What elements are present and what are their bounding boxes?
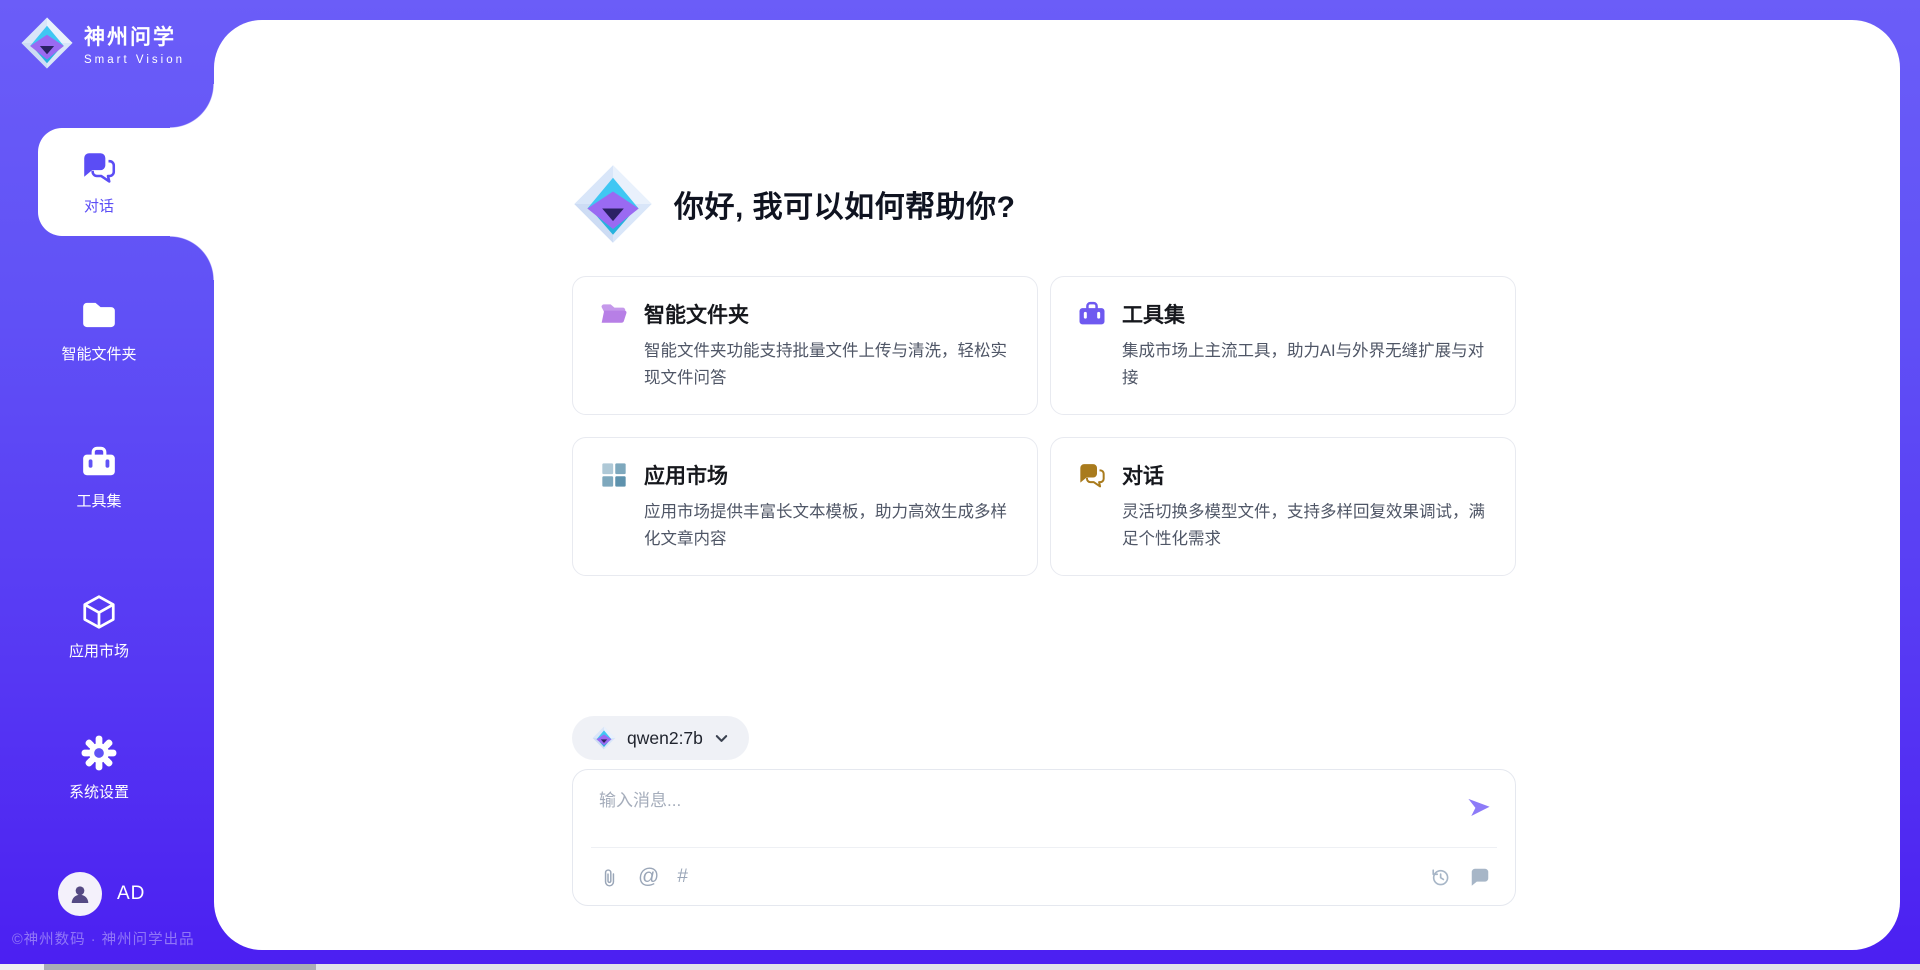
chevron-down-icon (714, 731, 729, 746)
sidebar-item-chat-content: 对话 (38, 128, 160, 236)
quick-reply-button[interactable] (1469, 866, 1491, 888)
scrollbar-gutter (0, 964, 44, 970)
history-icon (1429, 866, 1451, 888)
folder-icon (80, 296, 118, 334)
sidebar-item-smart-folders[interactable]: 智能文件夹 (38, 280, 160, 380)
composer-right-tools (1429, 866, 1491, 888)
tab-curve-bottom (170, 236, 215, 280)
copyright-text: ©神州数码 · 神州问学出品 (12, 928, 195, 949)
card-description: 灵活切换多模型文件，支持多样回复效果调试，满足个性化需求 (1122, 499, 1489, 553)
toolbox-icon (1077, 299, 1107, 329)
at-icon: @ (638, 865, 659, 889)
card-header: 对话 (1077, 460, 1489, 490)
comment-icon (1469, 866, 1491, 888)
card-description: 应用市场提供丰富长文本模板，助力高效生成多样化文章内容 (644, 499, 1011, 553)
card-header: 智能文件夹 (599, 299, 1011, 329)
scrollbar-thumb[interactable] (44, 964, 316, 970)
sidebar-item-app-market[interactable]: 应用市场 (38, 577, 160, 677)
sidebar-item-label: 系统设置 (69, 781, 129, 802)
sidebar-item-label: 工具集 (76, 490, 121, 511)
model-selector[interactable]: qwen2:7b (572, 716, 749, 760)
hash-icon: # (677, 866, 688, 888)
attach-button[interactable] (599, 867, 620, 888)
sidebar-item-chat[interactable]: 对话 (38, 128, 216, 236)
sidebar-item-label: 对话 (84, 195, 114, 216)
user-badge[interactable]: AD (58, 872, 145, 916)
message-input[interactable] (599, 786, 1399, 842)
greeting-title: 你好, 我可以如何帮助你? (674, 182, 1016, 226)
topic-button[interactable]: # (677, 866, 688, 888)
send-icon (1465, 794, 1492, 821)
mention-button[interactable]: @ (638, 865, 659, 889)
card-title: 工具集 (1122, 299, 1185, 329)
avatar (58, 872, 102, 916)
person-icon (67, 881, 93, 907)
brand-gem-icon (20, 16, 74, 70)
card-header: 工具集 (1077, 299, 1489, 329)
model-gem-icon (592, 726, 616, 750)
sidebar-item-settings[interactable]: 系统设置 (38, 718, 160, 818)
paperclip-icon (599, 867, 620, 888)
toolbox-icon (80, 443, 118, 481)
card-toolset[interactable]: 工具集 集成市场上主流工具，助力AI与外界无缝扩展与对接 (1050, 276, 1516, 415)
horizontal-scrollbar[interactable] (0, 964, 1920, 970)
brand: 神州问学 Smart Vision (20, 16, 185, 70)
card-app-market[interactable]: 应用市场 应用市场提供丰富长文本模板，助力高效生成多样化文章内容 (572, 437, 1038, 576)
history-button[interactable] (1429, 866, 1451, 888)
tab-curve-top (170, 84, 215, 128)
card-header: 应用市场 (599, 460, 1011, 490)
greeting: 你好, 我可以如何帮助你? (572, 163, 1016, 245)
card-title: 智能文件夹 (644, 299, 749, 329)
open-folder-icon (599, 299, 629, 329)
message-composer: @ # (572, 769, 1516, 906)
card-title: 应用市场 (644, 460, 728, 490)
chat-icon (1077, 460, 1107, 490)
gear-icon (80, 734, 118, 772)
send-button[interactable] (1463, 794, 1493, 824)
main-panel: 你好, 我可以如何帮助你? 智能文件夹 智能文件夹功能支持批量文件上传与清洗，轻… (214, 20, 1900, 950)
card-smart-folders[interactable]: 智能文件夹 智能文件夹功能支持批量文件上传与清洗，轻松实现文件问答 (572, 276, 1038, 415)
card-chat[interactable]: 对话 灵活切换多模型文件，支持多样回复效果调试，满足个性化需求 (1050, 437, 1516, 576)
user-name: AD (117, 883, 145, 905)
assistant-gem-icon (572, 163, 654, 245)
sidebar-item-label: 应用市场 (69, 640, 129, 661)
model-name: qwen2:7b (627, 728, 703, 749)
grid-icon (599, 460, 629, 490)
card-title: 对话 (1122, 460, 1164, 490)
brand-name: 神州问学 (84, 21, 185, 51)
chat-icon (80, 148, 118, 186)
brand-text: 神州问学 Smart Vision (84, 21, 185, 66)
composer-toolbar: @ # (599, 848, 1491, 906)
composer-left-tools: @ # (599, 865, 688, 889)
cube-icon (80, 593, 118, 631)
brand-tagline: Smart Vision (84, 54, 185, 66)
card-description: 智能文件夹功能支持批量文件上传与清洗，轻松实现文件问答 (644, 338, 1011, 392)
sidebar-item-label: 智能文件夹 (61, 343, 136, 364)
app-window: 神州问学 Smart Vision 对话 智能文件夹 工具集 应用市场 系统设置 (0, 0, 1920, 970)
sidebar-item-toolset[interactable]: 工具集 (38, 427, 160, 527)
feature-cards: 智能文件夹 智能文件夹功能支持批量文件上传与清洗，轻松实现文件问答 工具集 集成… (572, 276, 1516, 576)
sidebar: 神州问学 Smart Vision 对话 智能文件夹 工具集 应用市场 系统设置 (0, 0, 214, 970)
card-description: 集成市场上主流工具，助力AI与外界无缝扩展与对接 (1122, 338, 1489, 392)
